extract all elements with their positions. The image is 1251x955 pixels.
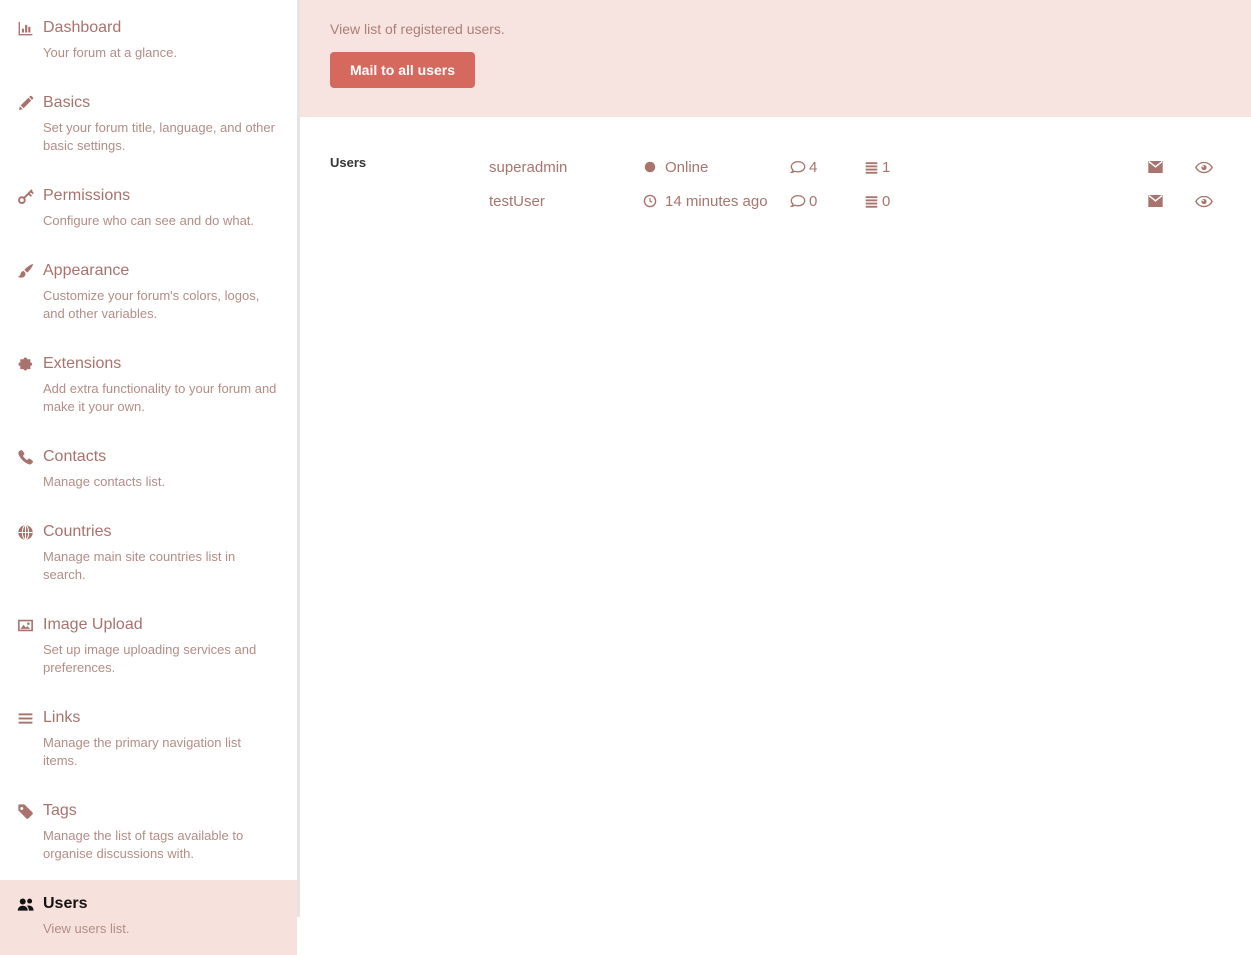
user-status: 14 minutes ago [643,193,790,210]
admin-app: Dashboard Your forum at a glance. Basics… [0,0,1251,917]
username: superadmin [489,159,643,176]
sidebar-item-users[interactable]: Users View users list. [0,880,297,955]
discussion-count-value: 1 [882,159,890,176]
user-status-text: 14 minutes ago [665,193,768,210]
users-table: superadmin Online 4 [489,150,1221,218]
sidebar-item-label: Links [43,707,279,729]
sidebar-item-basics[interactable]: Basics Set your forum title, language, a… [0,79,297,172]
comment-count-value: 0 [809,193,817,210]
sidebar-item-label: Basics [43,92,279,114]
sidebar-item-permissions[interactable]: Permissions Configure who can see and do… [0,172,297,247]
sidebar-item-description: Add extra functionality to your forum an… [43,380,279,416]
sidebar-item-extensions[interactable]: Extensions Add extra functionality to yo… [0,340,297,433]
envelope-icon [1147,194,1164,208]
page-header: View list of registered users. Mail to a… [300,0,1251,117]
key-icon [17,185,34,230]
mail-to-all-users-button[interactable]: Mail to all users [330,52,475,88]
comment-count-value: 4 [809,159,817,176]
user-status-text: Online [665,159,708,176]
admin-sidebar: Dashboard Your forum at a glance. Basics… [0,0,297,917]
discussion-count-value: 0 [882,193,890,210]
user-row: superadmin Online 4 [489,150,1221,184]
view-user-button[interactable] [1195,161,1213,174]
globe-icon [17,521,34,584]
discussion-list-icon [864,194,879,209]
sidebar-item-label: Image Upload [43,614,279,636]
sidebar-item-description: Set your forum title, language, and othe… [43,119,279,155]
eye-icon [1195,195,1213,208]
sidebar-item-tags[interactable]: Tags Manage the list of tags available t… [0,787,297,880]
envelope-icon [1147,160,1164,174]
online-dot-icon [643,160,657,174]
comment-count: 0 [790,193,864,210]
discussion-list-icon [864,160,879,175]
username: testUser [489,193,643,210]
sidebar-item-countries[interactable]: Countries Manage main site countries lis… [0,508,297,601]
sidebar-item-description: Manage the primary navigation list items… [43,734,279,770]
sidebar-item-label: Dashboard [43,17,177,39]
sidebar-item-label: Permissions [43,185,254,207]
sidebar-item-label: Countries [43,521,279,543]
phone-icon [17,446,34,491]
sidebar-item-dashboard[interactable]: Dashboard Your forum at a glance. [0,4,297,79]
paintbrush-icon [17,260,34,323]
sidebar-item-description: View users list. [43,920,129,938]
page-description: View list of registered users. [330,21,1221,38]
sidebar-item-description: Customize your forum's colors, logos, an… [43,287,279,323]
image-icon [17,614,34,677]
bars-icon [17,707,34,770]
pencil-icon [17,92,34,155]
sidebar-item-description: Manage contacts list. [43,473,165,491]
user-status: Online [643,159,790,176]
sidebar-item-label: Contacts [43,446,165,468]
users-icon [17,893,34,938]
sidebar-item-description: Your forum at a glance. [43,44,177,62]
view-user-button[interactable] [1195,195,1213,208]
sidebar-item-label: Users [43,893,129,915]
sidebar-item-description: Set up image uploading services and pref… [43,641,279,677]
discussion-count: 0 [864,193,1147,210]
eye-icon [1195,161,1213,174]
sidebar-item-description: Configure who can see and do what. [43,212,254,230]
users-section: Users superadmin Online [300,117,1251,218]
users-table-label: Users [330,150,489,218]
comment-count: 4 [790,159,864,176]
sidebar-item-links[interactable]: Links Manage the primary navigation list… [0,694,297,787]
sidebar-item-label: Tags [43,800,279,822]
bar-chart-icon [17,17,34,62]
sidebar-item-label: Appearance [43,260,279,282]
tag-icon [17,800,34,863]
puzzle-piece-icon [17,353,34,416]
discussion-count: 1 [864,159,1147,176]
sidebar-item-contacts[interactable]: Contacts Manage contacts list. [0,433,297,508]
mail-user-button[interactable] [1147,194,1164,208]
sidebar-item-label: Extensions [43,353,279,375]
comment-bubble-icon [790,193,806,209]
main-content: View list of registered users. Mail to a… [300,0,1251,917]
comment-bubble-icon [790,159,806,175]
sidebar-item-appearance[interactable]: Appearance Customize your forum's colors… [0,247,297,340]
sidebar-item-description: Manage main site countries list in searc… [43,548,279,584]
sidebar-item-description: Manage the list of tags available to org… [43,827,279,863]
mail-user-button[interactable] [1147,160,1164,174]
clock-icon [643,194,657,208]
sidebar-item-image-upload[interactable]: Image Upload Set up image uploading serv… [0,601,297,694]
user-row: testUser 14 minutes ago 0 [489,184,1221,218]
